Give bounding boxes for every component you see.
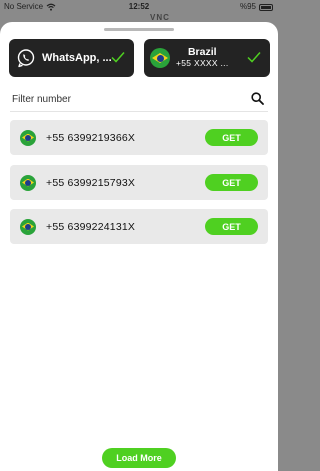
get-number-button[interactable]: GET	[205, 174, 258, 191]
country-name: Brazil	[187, 46, 217, 58]
search-icon[interactable]	[251, 92, 264, 105]
number-row[interactable]: +55 6399219366X GET	[10, 120, 268, 155]
brazil-flag-icon	[20, 129, 36, 146]
checkmark-icon	[111, 52, 125, 63]
status-right: %95	[240, 1, 273, 13]
phone-number: +55 6399215793X	[46, 176, 136, 189]
sheet-grabber[interactable]	[104, 28, 174, 31]
filter-bar	[12, 90, 264, 108]
phone-number: +55 6399219366X	[46, 131, 136, 144]
checkmark-icon	[247, 52, 261, 63]
load-more-button[interactable]: Load More	[102, 448, 176, 468]
whatsapp-icon	[17, 49, 35, 68]
get-number-button[interactable]: GET	[205, 218, 258, 235]
country-selector[interactable]: Brazil +55 XXXX ...	[144, 39, 270, 77]
number-row[interactable]: +55 6399215793X GET	[10, 165, 268, 200]
number-row[interactable]: +55 6399224131X GET	[10, 209, 268, 244]
clock: 12:52	[128, 2, 150, 11]
number-picker-sheet: WhatsApp, ... Brazil +55 XXXX ... +55 63…	[0, 22, 278, 471]
service-selector[interactable]: WhatsApp, ...	[9, 39, 134, 77]
background-logo: VNC	[150, 13, 170, 22]
filter-divider	[10, 111, 268, 112]
brazil-flag-icon	[20, 218, 36, 235]
country-code: +55 XXXX ...	[176, 58, 229, 68]
brazil-flag-icon	[20, 174, 36, 191]
phone-number: +55 6399224131X	[46, 220, 136, 233]
get-number-button[interactable]: GET	[205, 129, 258, 146]
battery-icon	[259, 3, 273, 11]
service-label: WhatsApp, ...	[42, 52, 112, 64]
status-bar: No Service 12:52 %95	[0, 0, 278, 14]
brazil-flag-icon	[150, 48, 170, 68]
filter-input[interactable]	[12, 91, 232, 107]
battery-percent: %95	[239, 2, 256, 11]
country-text: Brazil +55 XXXX ...	[176, 47, 229, 69]
